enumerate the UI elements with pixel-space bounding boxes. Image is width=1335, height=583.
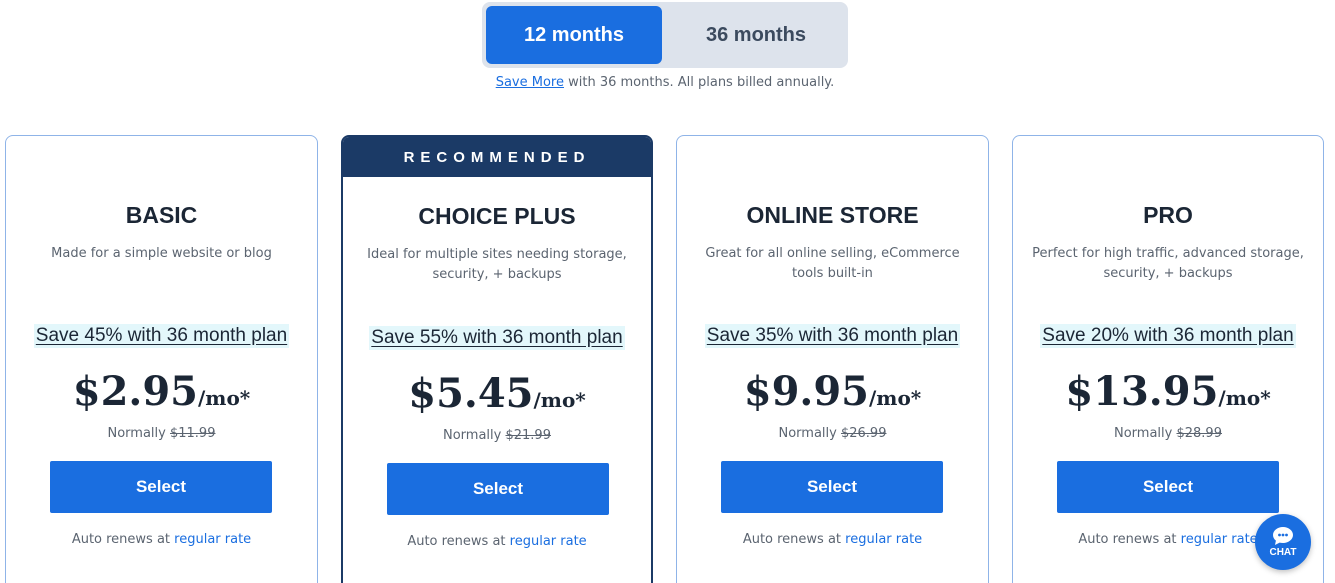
plan-card-basic: BASIC Made for a simple website or blog …	[5, 135, 318, 583]
normal-price-label: Normally	[1114, 426, 1177, 441]
plan-card-online-store: ONLINE STORE Great for all online sellin…	[676, 135, 989, 583]
normal-price: Normally $28.99	[1013, 426, 1323, 441]
normal-price: Normally $26.99	[677, 426, 988, 441]
plan-name: CHOICE PLUS	[418, 203, 576, 229]
plan-description: Perfect for high traffic, advanced stora…	[1032, 246, 1304, 281]
plan-name: BASIC	[125, 202, 198, 228]
auto-renew-note: Auto renews at regular rate	[677, 532, 988, 547]
chat-button[interactable]: CHAT	[1255, 514, 1311, 570]
save-offer: Save 55% with 36 month plan	[343, 326, 651, 350]
regular-rate-link[interactable]: regular rate	[1181, 532, 1258, 547]
auto-renew-text: Auto renews at	[71, 532, 175, 547]
plan-card-choice-plus: RECOMMENDED CHOICE PLUS Ideal for multip…	[341, 135, 653, 583]
save-offer: Save 45% with 36 month plan	[6, 324, 317, 348]
normal-price-value: $11.99	[169, 426, 216, 441]
select-button-online-store[interactable]: Select	[721, 461, 943, 513]
save-offer: Save 20% with 36 month plan	[1013, 324, 1323, 348]
billing-note-text: with 36 months. All plans billed annuall…	[563, 75, 835, 90]
price-period: /mo*	[869, 386, 922, 410]
price-amount: $5.45	[408, 370, 534, 417]
auto-renew-note: Auto renews at regular rate	[343, 534, 651, 549]
select-button-choice-plus[interactable]: Select	[387, 463, 609, 515]
save-more-link[interactable]: Save More	[496, 75, 564, 90]
normal-price-value: $28.99	[1176, 426, 1222, 441]
normal-price-label: Normally	[443, 428, 506, 443]
save-offer-link[interactable]: Save 35% with 36 month plan	[704, 324, 961, 348]
price-period: /mo*	[533, 388, 586, 412]
regular-rate-link[interactable]: regular rate	[510, 534, 587, 549]
plan-description: Great for all online selling, eCommerce …	[705, 246, 960, 281]
plan-price: $13.95/mo*	[1013, 368, 1323, 415]
price-period: /mo*	[198, 386, 251, 410]
select-button-pro[interactable]: Select	[1057, 461, 1279, 513]
plan-description: Ideal for multiple sites needing storage…	[367, 247, 627, 282]
plan-name: ONLINE STORE	[746, 202, 919, 228]
normal-price: Normally $11.99	[6, 426, 317, 441]
normal-price-value: $26.99	[840, 426, 887, 441]
plan-price: $5.45/mo*	[343, 370, 651, 417]
save-offer-link[interactable]: Save 55% with 36 month plan	[369, 326, 625, 350]
plan-price: $9.95/mo*	[677, 368, 988, 415]
plan-name: PRO	[1143, 202, 1193, 228]
recommended-badge: RECOMMENDED	[343, 137, 651, 177]
auto-renew-note: Auto renews at regular rate	[6, 532, 317, 547]
select-button-basic[interactable]: Select	[50, 461, 272, 513]
price-period: /mo*	[1218, 386, 1271, 410]
save-offer-link[interactable]: Save 45% with 36 month plan	[33, 324, 290, 348]
plan-description: Made for a simple website or blog	[51, 246, 272, 261]
regular-rate-link[interactable]: regular rate	[845, 532, 922, 547]
toggle-36-months[interactable]: 36 months	[668, 6, 844, 64]
normal-price: Normally $21.99	[343, 428, 651, 443]
price-amount: $9.95	[743, 368, 869, 415]
billing-term-toggle: 12 months 36 months	[482, 2, 848, 68]
toggle-12-months[interactable]: 12 months	[486, 6, 662, 64]
save-offer: Save 35% with 36 month plan	[677, 324, 988, 348]
save-offer-link[interactable]: Save 20% with 36 month plan	[1040, 324, 1296, 348]
chat-label: CHAT	[1269, 547, 1297, 558]
auto-renew-text: Auto renews at	[742, 532, 846, 547]
auto-renew-text: Auto renews at	[1078, 532, 1181, 547]
billing-note: Save More with 36 months. All plans bill…	[0, 75, 1330, 90]
chat-bubble-icon	[1273, 527, 1293, 545]
regular-rate-link[interactable]: regular rate	[174, 532, 251, 547]
normal-price-label: Normally	[107, 426, 170, 441]
normal-price-label: Normally	[778, 426, 841, 441]
price-amount: $2.95	[72, 368, 198, 415]
plan-price: $2.95/mo*	[6, 368, 317, 415]
price-amount: $13.95	[1065, 368, 1219, 415]
normal-price-value: $21.99	[505, 428, 551, 443]
auto-renew-text: Auto renews at	[407, 534, 510, 549]
